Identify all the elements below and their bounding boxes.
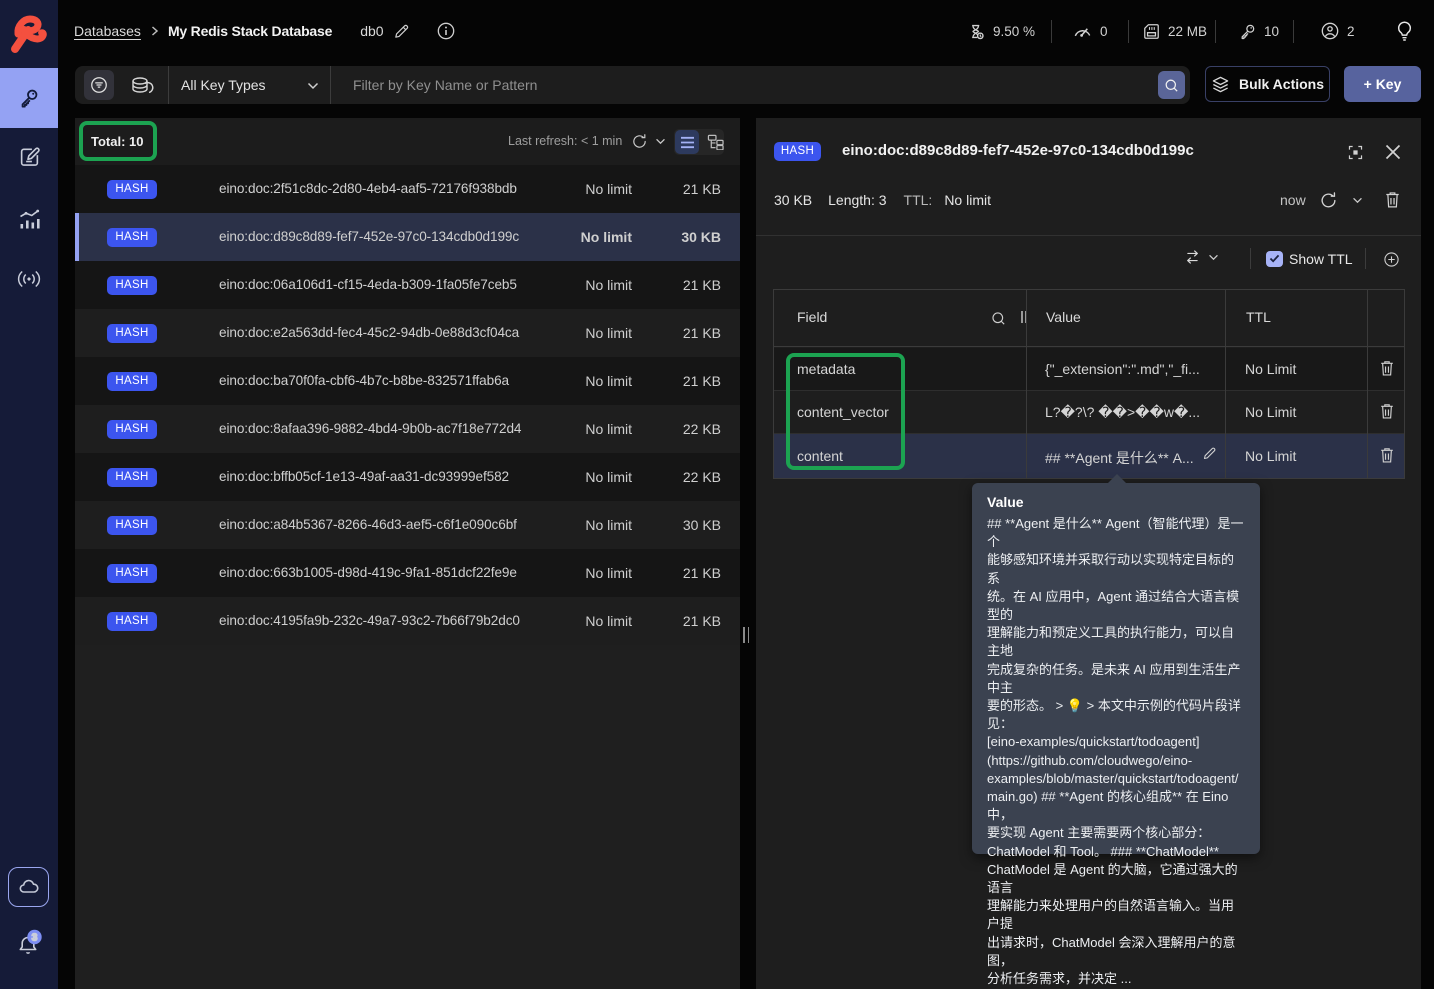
svg-text:3: 3 [32, 932, 38, 943]
